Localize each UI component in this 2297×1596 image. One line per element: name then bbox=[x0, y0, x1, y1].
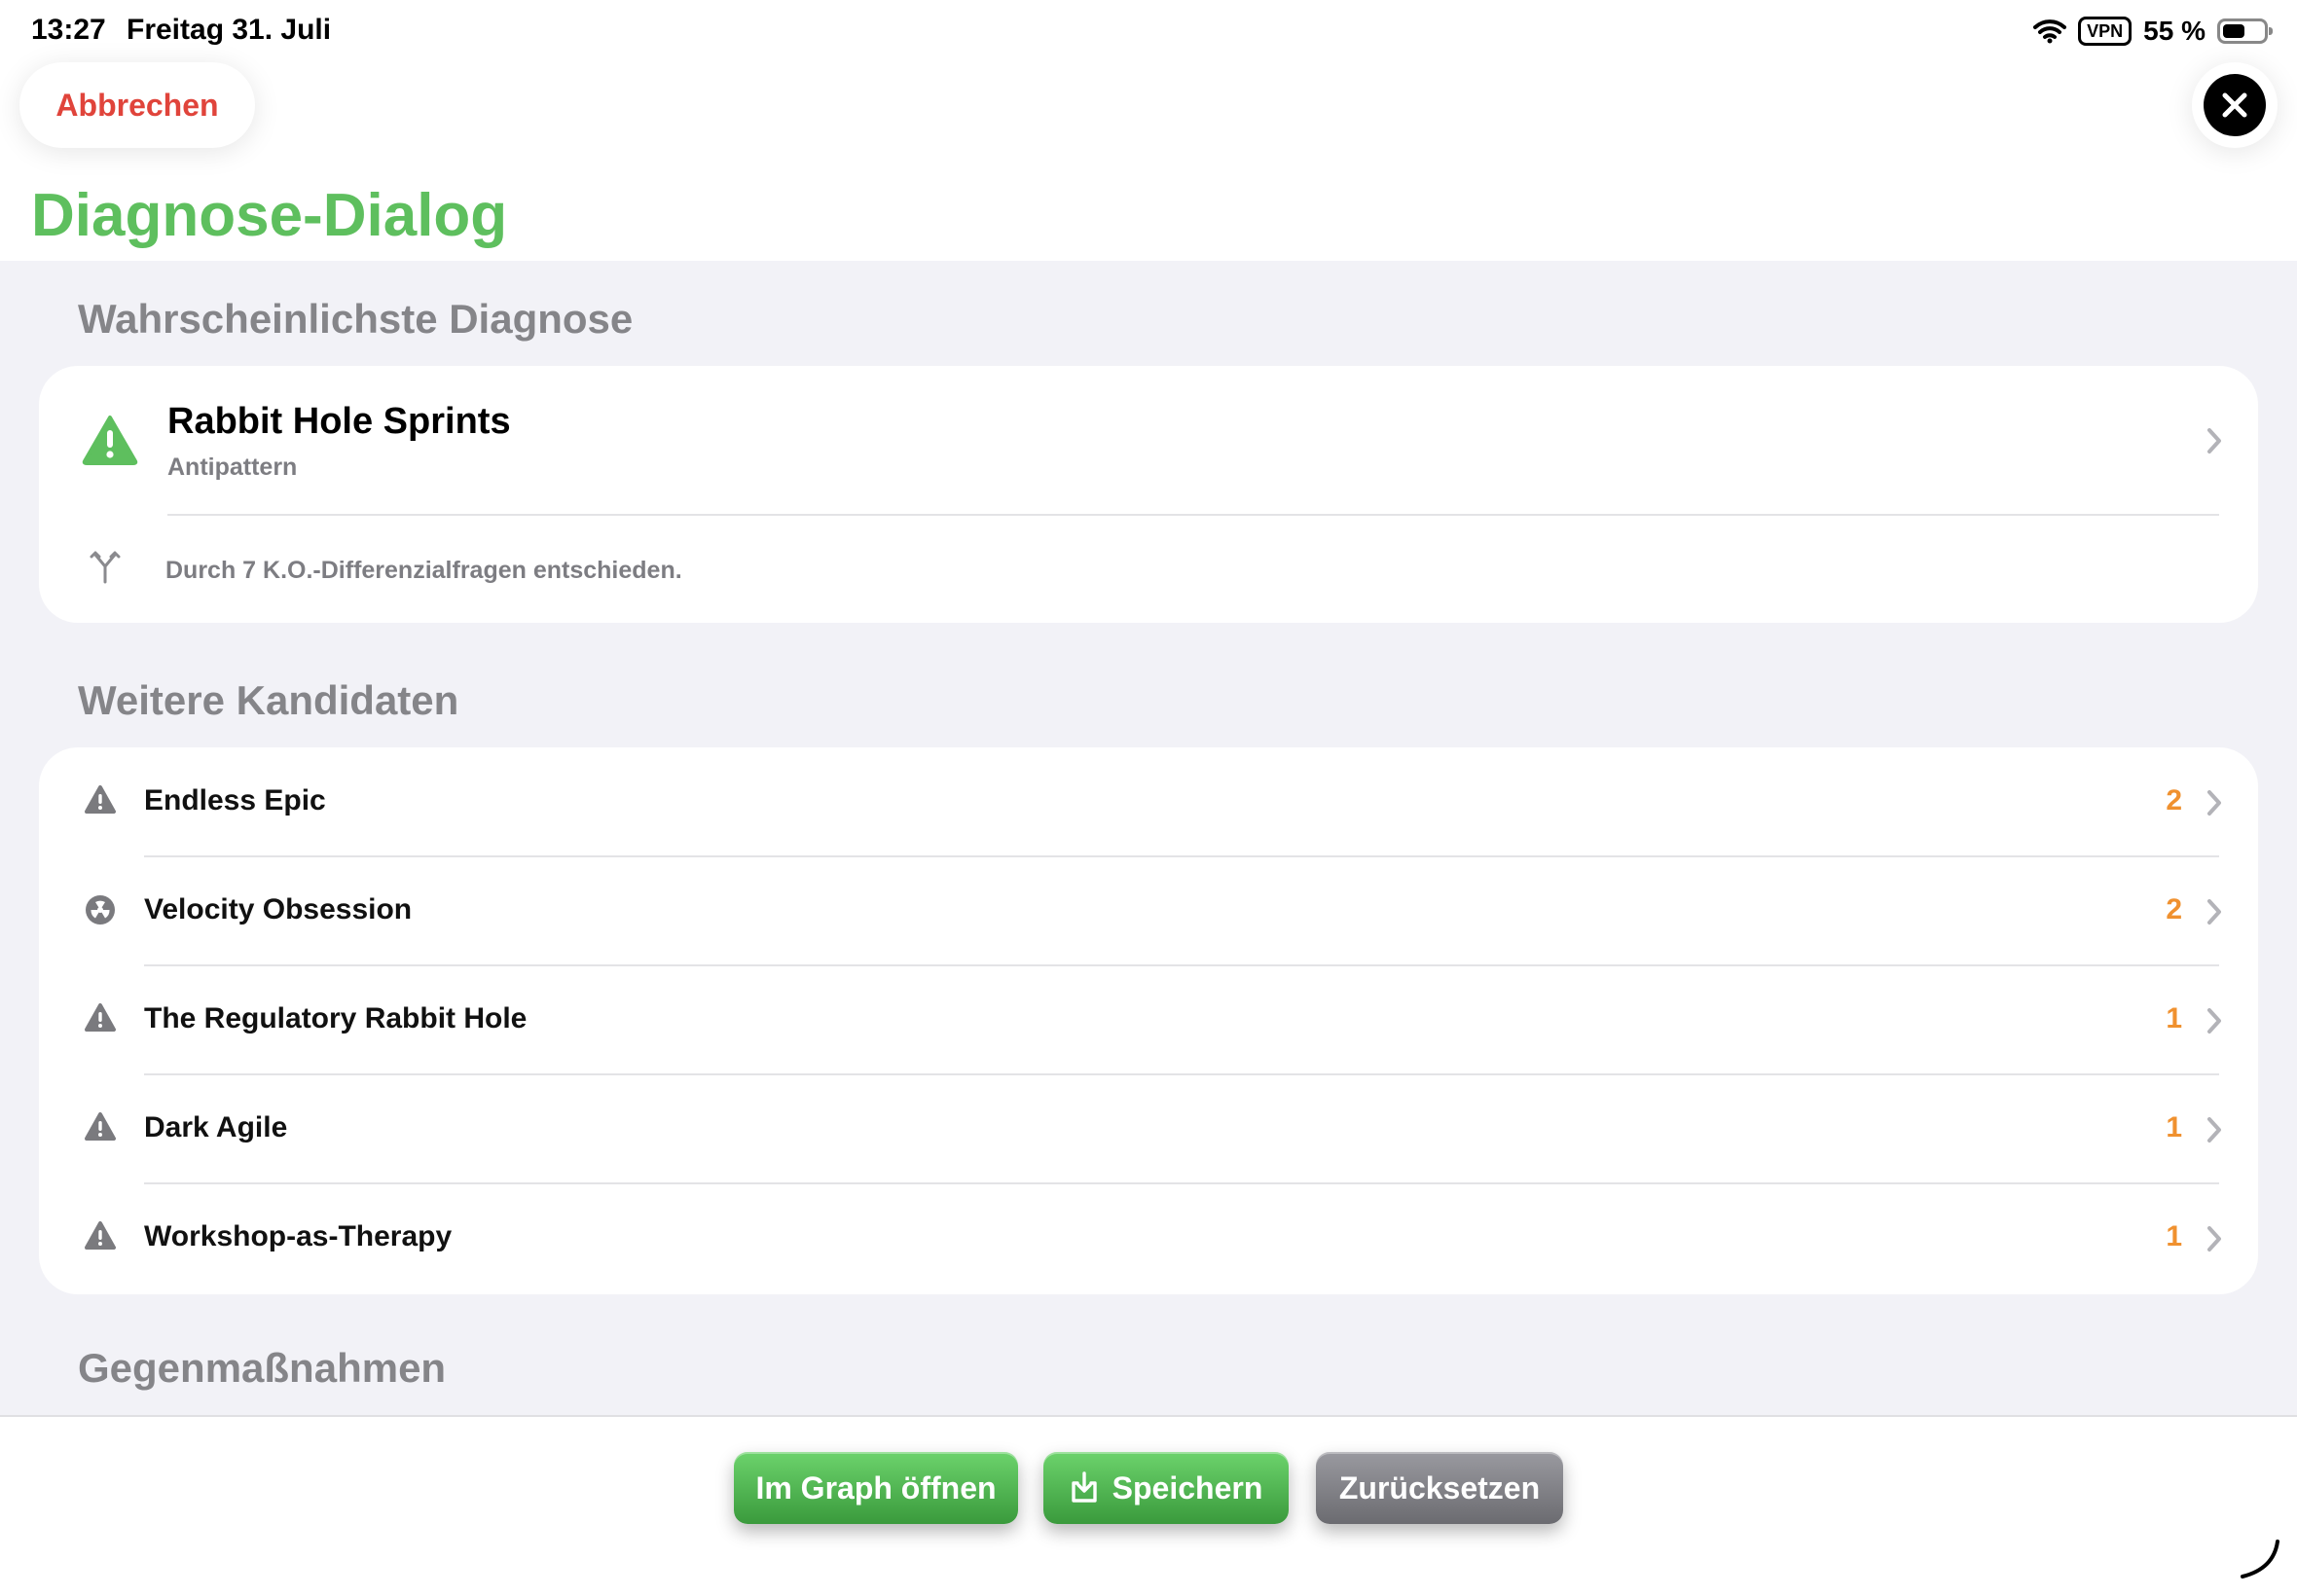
vpn-badge: VPN bbox=[2078, 17, 2133, 46]
section-title-countermeasures: Gegenmaßnahmen bbox=[78, 1345, 447, 1391]
candidate-row[interactable]: Velocity Obsession 2 bbox=[39, 856, 2258, 965]
candidate-label: The Regulatory Rabbit Hole bbox=[144, 1002, 528, 1034]
chevron-right-icon bbox=[2207, 1117, 2221, 1143]
candidate-label: Endless Epic bbox=[144, 784, 326, 816]
branch-icon bbox=[90, 551, 121, 584]
battery-icon bbox=[2217, 18, 2273, 44]
reset-button[interactable]: Zurücksetzen bbox=[1316, 1452, 1563, 1524]
section-title-others: Weitere Kandidaten bbox=[78, 677, 459, 723]
likely-diagnosis-info-text: Durch 7 K.O.-Differenzialfragen entschie… bbox=[165, 557, 682, 584]
status-time: 13:27 bbox=[31, 14, 106, 46]
likely-diagnosis-info: Durch 7 K.O.-Differenzialfragen entschie… bbox=[39, 516, 2258, 623]
candidate-label: Workshop-as-Therapy bbox=[144, 1220, 453, 1252]
candidate-count: 1 bbox=[2166, 1111, 2182, 1143]
warning-triangle-icon bbox=[85, 1003, 116, 1032]
section-title-likely: Wahrscheinlichste Diagnose bbox=[78, 296, 634, 342]
candidate-row[interactable]: Dark Agile 1 bbox=[39, 1074, 2258, 1183]
likely-diagnosis-row[interactable]: Rabbit Hole Sprints Antipattern bbox=[39, 366, 2258, 514]
likely-diagnosis-card: Rabbit Hole Sprints Antipattern Durch 7 … bbox=[39, 366, 2258, 623]
close-button[interactable] bbox=[2192, 62, 2278, 148]
candidate-row[interactable]: Workshop-as-Therapy 1 bbox=[39, 1183, 2258, 1292]
warning-triangle-icon bbox=[82, 416, 138, 465]
chevron-right-icon bbox=[2207, 790, 2221, 816]
radiation-icon bbox=[86, 895, 115, 925]
status-indicators: VPN 55 % bbox=[2033, 14, 2273, 49]
page-title: Diagnose-Dialog bbox=[31, 182, 508, 249]
candidate-count: 2 bbox=[2166, 893, 2182, 925]
save-label: Speichern bbox=[1112, 1469, 1263, 1505]
candidates-card: Endless Epic 2 Velocity Obsession 2 The … bbox=[39, 747, 2258, 1294]
save-icon bbox=[1071, 1471, 1097, 1503]
candidate-count: 1 bbox=[2166, 1002, 2182, 1034]
candidate-row[interactable]: Endless Epic 2 bbox=[39, 747, 2258, 856]
content-scroll-area[interactable]: Wahrscheinlichste Diagnose Rabbit Hole S… bbox=[0, 261, 2297, 1415]
warning-triangle-icon bbox=[85, 1112, 116, 1141]
diagnosis-dialog-page: 13:27 Freitag 31. Juli VPN 55 % Abbreche… bbox=[0, 0, 2297, 1596]
wifi-icon bbox=[2033, 19, 2067, 44]
open-in-graph-label: Im Graph öffnen bbox=[755, 1469, 997, 1505]
candidate-row[interactable]: The Regulatory Rabbit Hole 1 bbox=[39, 965, 2258, 1074]
chevron-right-icon bbox=[2207, 428, 2221, 453]
save-button[interactable]: Speichern bbox=[1043, 1452, 1289, 1524]
close-icon bbox=[2204, 74, 2266, 136]
likely-diagnosis-title: Rabbit Hole Sprints bbox=[167, 401, 511, 442]
corner-curve-icon bbox=[2241, 1540, 2279, 1578]
candidate-count: 1 bbox=[2166, 1220, 2182, 1252]
reset-label: Zurücksetzen bbox=[1338, 1469, 1541, 1505]
status-bar: 13:27 Freitag 31. Juli VPN 55 % bbox=[0, 0, 2297, 62]
warning-triangle-icon bbox=[85, 1221, 116, 1250]
chevron-right-icon bbox=[2207, 899, 2221, 925]
chevron-right-icon bbox=[2207, 1226, 2221, 1251]
candidate-label: Velocity Obsession bbox=[144, 893, 413, 925]
open-in-graph-button[interactable]: Im Graph öffnen bbox=[734, 1452, 1018, 1524]
chevron-right-icon bbox=[2207, 1008, 2221, 1034]
likely-diagnosis-subtitle: Antipattern bbox=[167, 453, 298, 481]
candidate-label: Dark Agile bbox=[144, 1111, 288, 1143]
status-date: Freitag 31. Juli bbox=[127, 14, 332, 46]
warning-triangle-icon bbox=[85, 785, 116, 814]
bottom-toolbar: Im Graph öffnen Speichern Zurücksetzen bbox=[0, 1415, 2297, 1596]
cancel-button[interactable]: Abbrechen bbox=[19, 62, 255, 148]
candidate-count: 2 bbox=[2166, 784, 2182, 816]
battery-percent: 55 % bbox=[2143, 16, 2206, 46]
